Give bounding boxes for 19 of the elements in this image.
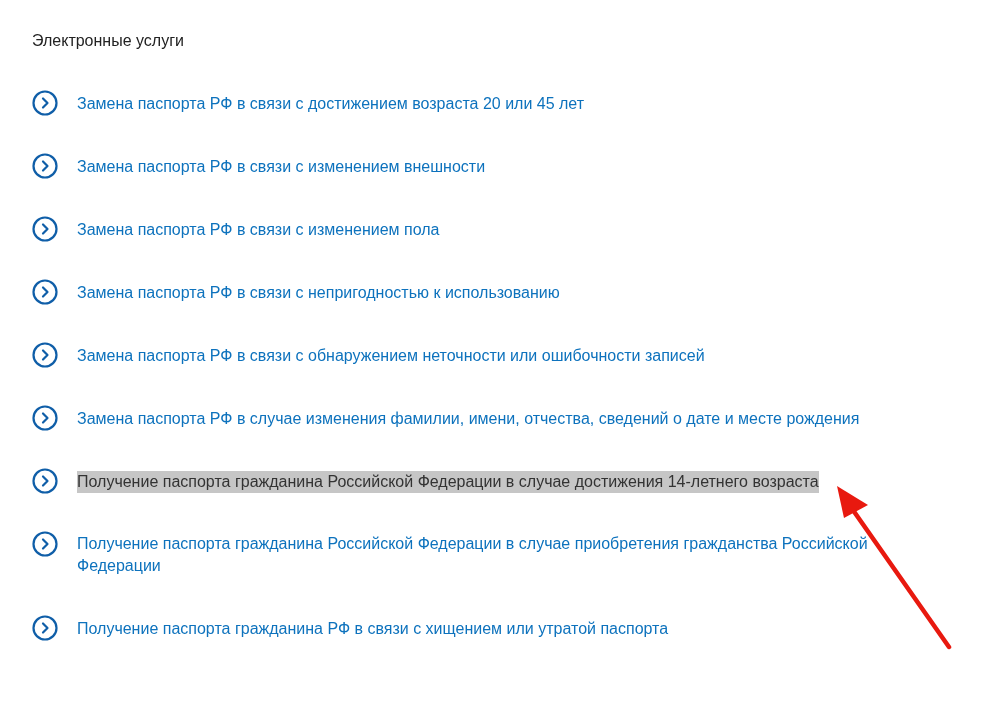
service-link[interactable]: Замена паспорта РФ в связи с изменением внешности [77, 156, 486, 178]
service-link[interactable]: Получение паспорта гражданина РФ в связи с хищением или утратой паспорта [77, 618, 669, 640]
chevron-right-circle-icon [32, 531, 58, 557]
service-link[interactable]: Получение паспорта гражданина Российской Федерации в случае достижения 14-летнего возраста [77, 471, 819, 493]
service-link[interactable]: Замена паспорта РФ в связи с непригодностью к использованию [77, 282, 560, 304]
service-link[interactable]: Замена паспорта РФ в связи с достижением возраста 20 или 45 лет [77, 93, 585, 115]
service-link[interactable]: Замена паспорта РФ в связи с обнаружением неточности или ошибочности записей [77, 345, 705, 367]
chevron-right-circle-icon [32, 405, 58, 431]
service-link[interactable]: Замена паспорта РФ в случае изменения фамилии, имени, отчества, сведений о дате и месте рождения [77, 408, 860, 430]
chevron-right-circle-icon [32, 342, 58, 368]
service-link[interactable]: Замена паспорта РФ в связи с изменением пола [77, 219, 440, 241]
chevron-right-circle-icon [32, 615, 58, 641]
chevron-right-circle-icon [32, 90, 58, 116]
section-heading: Электронные услуги [32, 31, 184, 51]
chevron-right-circle-icon [32, 279, 58, 305]
chevron-right-circle-icon [32, 468, 58, 494]
chevron-right-circle-icon [32, 216, 58, 242]
service-link[interactable]: Получение паспорта гражданина Российской Федерации в случае приобретения гражданства Российской Федерации [77, 533, 927, 577]
chevron-right-circle-icon [32, 153, 58, 179]
